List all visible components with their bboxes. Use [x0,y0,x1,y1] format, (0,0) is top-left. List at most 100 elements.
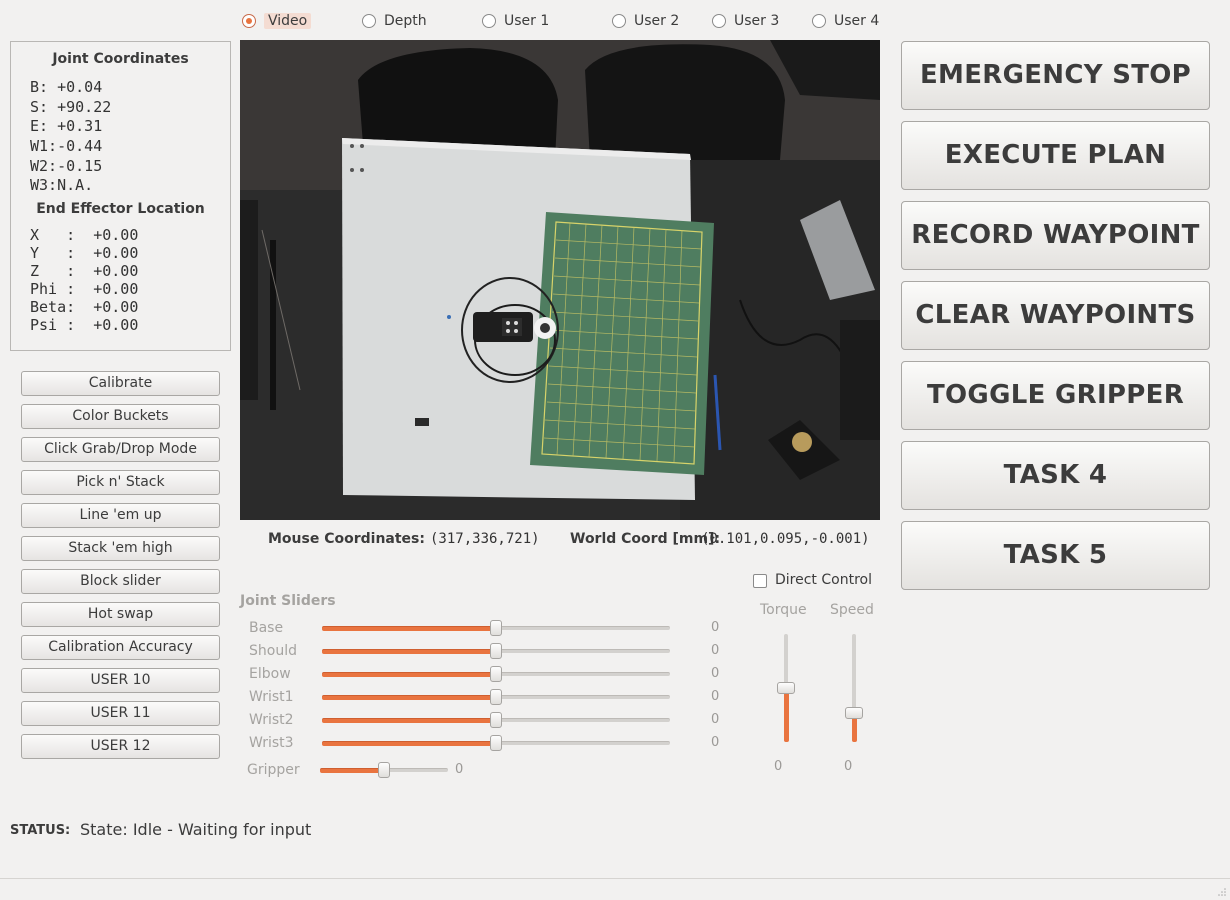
speed-label: Speed [830,602,874,618]
resize-grip-icon[interactable] [1217,887,1227,897]
radio-button[interactable] [482,14,496,28]
ee-row-x: X : +0.00 [30,226,139,244]
coordinates-panel: Joint Coordinates B: +0.04 S: +90.22 E: … [10,41,231,351]
camera-image[interactable] [240,40,880,520]
radio-label: User 2 [634,13,680,29]
radio-label: Video [264,13,312,29]
radio-label: User 1 [504,13,550,29]
pick-n-stack-button[interactable]: Pick n' Stack [21,470,220,495]
torque-slider-handle[interactable] [777,682,795,694]
camera-video-feed[interactable] [240,40,880,520]
joint-row-e: E: +0.31 [30,117,103,135]
direct-control-label: Direct Control [775,572,872,588]
calibrate-button[interactable]: Calibrate [21,371,220,396]
slider-handle[interactable] [490,643,502,659]
slider-fill [322,672,496,677]
slider-handle[interactable] [490,735,502,751]
joint-row-b: B: +0.04 [30,78,103,96]
slider-handle[interactable] [490,620,502,636]
end-effector-title: End Effector Location [36,201,205,217]
torque-slider[interactable] [777,634,795,742]
mouse-coordinates-value: (317,336,721) [430,531,540,547]
radio-button[interactable] [712,14,726,28]
slider-label: Shoulder [249,643,296,659]
calibration-accuracy-button[interactable]: Calibration Accuracy [21,635,220,660]
user-10-button[interactable]: USER 10 [21,668,220,693]
slider-track[interactable] [320,762,448,778]
slider-label: Wrist1 [249,689,294,705]
radio-button[interactable] [362,14,376,28]
radio-label: Depth [384,13,427,29]
block-slider-button[interactable]: Block slider [21,569,220,594]
slider-handle[interactable] [378,762,390,778]
slider-value: 0 [711,666,720,681]
ee-row-psi: Psi : +0.00 [30,316,139,334]
speed-slider-handle[interactable] [845,706,863,719]
joint-row-w1: W1:-0.44 [30,137,103,155]
mouse-coordinates-label: Mouse Coordinates: [268,531,425,547]
status-text: State: Idle - Waiting for input [80,820,312,839]
radio-user-1[interactable]: User 1 [482,12,549,30]
slider-fill [322,741,496,746]
slider-track[interactable] [322,689,670,705]
slider-fill [322,649,496,654]
hot-swap-button[interactable]: Hot swap [21,602,220,627]
user-11-button[interactable]: USER 11 [21,701,220,726]
execute-plan-button[interactable]: EXECUTE PLAN [901,121,1210,190]
torque-label: Torque [760,602,807,618]
slider-value: 0 [711,643,720,658]
slider-track[interactable] [322,643,670,659]
torque-value: 0 [774,759,783,774]
slider-handle[interactable] [490,666,502,682]
speed-slider[interactable] [845,634,863,742]
slider-value: 0 [711,689,720,704]
radio-user-3[interactable]: User 3 [712,12,779,30]
task-5-button[interactable]: TASK 5 [901,521,1210,590]
slider-fill [320,768,384,773]
status-bar [0,878,1230,900]
task-4-button[interactable]: TASK 4 [901,441,1210,510]
record-waypoint-button[interactable]: RECORD WAYPOINT [901,201,1210,270]
color-buckets-button[interactable]: Color Buckets [21,404,220,429]
clear-waypoints-button[interactable]: CLEAR WAYPOINTS [901,281,1210,350]
radio-user-2[interactable]: User 2 [612,12,679,30]
slider-track[interactable] [322,666,670,682]
toggle-gripper-button[interactable]: TOGGLE GRIPPER [901,361,1210,430]
ee-row-y: Y : +0.00 [30,244,139,262]
torque-slider-fill [784,688,789,742]
slider-label: Elbow [249,666,291,682]
slider-value: 0 [711,620,720,635]
slider-fill [322,626,496,631]
ee-row-z: Z : +0.00 [30,262,139,280]
slider-handle[interactable] [490,689,502,705]
user-12-button[interactable]: USER 12 [21,734,220,759]
slider-fill [322,695,496,700]
slider-value: 0 [711,712,720,727]
slider-track[interactable] [322,735,670,751]
radio-button[interactable] [812,14,826,28]
slider-value: 0 [711,735,720,750]
joint-row-w3: W3:N.A. [30,176,94,194]
joint-sliders-title: Joint Sliders [240,593,336,609]
slider-label: Base [249,620,284,636]
radio-button[interactable] [242,14,256,28]
radio-button[interactable] [612,14,626,28]
slider-value: 0 [455,762,464,777]
click-grab-drop-button[interactable]: Click Grab/Drop Mode [21,437,220,462]
line-em-up-button[interactable]: Line 'em up [21,503,220,528]
slider-track[interactable] [322,712,670,728]
joint-row-w2: W2:-0.15 [30,157,103,175]
slider-handle[interactable] [490,712,502,728]
slider-fill [322,718,496,723]
ee-row-beta: Beta: +0.00 [30,298,139,316]
status-label: STATUS: [10,823,71,838]
slider-label: Gripper [247,762,300,778]
slider-label: Wrist3 [249,735,294,751]
radio-depth[interactable]: Depth [362,12,427,30]
direct-control-checkbox[interactable] [753,574,767,588]
radio-user-4[interactable]: User 4 [812,12,879,30]
emergency-stop-button[interactable]: EMERGENCY STOP [901,41,1210,110]
radio-video[interactable]: Video [242,12,312,30]
slider-track[interactable] [322,620,670,636]
stack-em-high-button[interactable]: Stack 'em high [21,536,220,561]
